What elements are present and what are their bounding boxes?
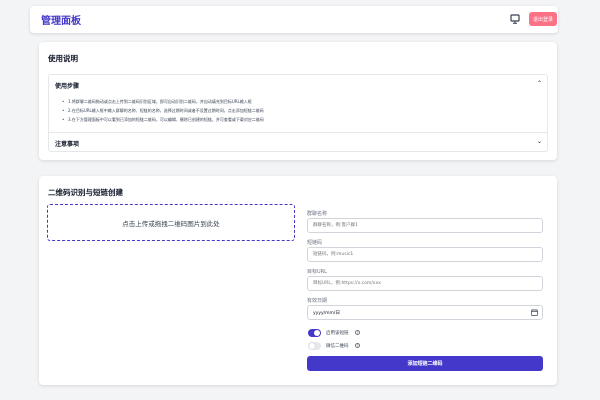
chevron-up-icon[interactable]: ⌃: [537, 80, 542, 87]
short-code-input[interactable]: [307, 247, 543, 262]
info-icon[interactable]: ?: [355, 343, 360, 348]
info-icon[interactable]: ?: [355, 330, 360, 335]
enable-short-link-label: 启用该短链: [326, 331, 349, 336]
wechat-qrcode-label: 微信二维码: [326, 344, 349, 349]
accordion-usage-steps[interactable]: 使用步骤 ⌃ 1.将群聊二维码拖动或点击上传到二维码识别区域，即可自动识别二维码…: [48, 74, 548, 132]
group-name-label: 群聊名称: [307, 211, 328, 217]
list-item: 1.将群聊二维码拖动或点击上传到二维码识别区域，即可自动识别二维码，并自动填充到…: [62, 97, 264, 106]
qrcode-create-card: 二维码识别与短链创建 点击上传或拖拽二维码图片到此处 群聊名称 短链码 目标UR…: [39, 176, 557, 385]
monitor-icon[interactable]: [510, 13, 520, 25]
expire-date-label: 有效日期: [307, 298, 328, 304]
accordion-notes[interactable]: 注意事项 ⌄: [48, 132, 548, 152]
create-title: 二维码识别与短链创建: [48, 188, 123, 197]
toggle-knob: [314, 330, 320, 336]
instructions-title: 使用说明: [48, 54, 78, 63]
target-url-input[interactable]: [307, 276, 543, 291]
accordion-label: 注意事项: [55, 141, 80, 148]
toggle-knob: [309, 343, 315, 349]
logout-button[interactable]: 退出登录: [529, 12, 557, 26]
short-code-label: 短链码: [307, 240, 323, 246]
accordion-label: 使用步骤: [55, 83, 80, 90]
group-name-input[interactable]: [307, 218, 543, 233]
instructions-card: 使用说明 使用步骤 ⌃ 1.将群聊二维码拖动或点击上传到二维码识别区域，即可自动…: [39, 42, 557, 160]
calendar-icon[interactable]: [531, 309, 538, 316]
wechat-qrcode-toggle[interactable]: [308, 342, 321, 350]
expire-date-input[interactable]: yyyy/mm/日: [307, 305, 543, 320]
qrcode-upload-dropzone[interactable]: 点击上传或拖拽二维码图片到此处: [47, 204, 295, 241]
add-short-link-button[interactable]: 添加短链二维码: [307, 356, 543, 371]
date-value: yyyy/mm/日: [313, 310, 340, 316]
steps-list: 1.将群聊二维码拖动或点击上传到二维码识别区域，即可自动识别二维码，并自动填充到…: [62, 97, 264, 124]
chevron-down-icon[interactable]: ⌄: [537, 138, 542, 145]
target-url-label: 目标URL: [307, 269, 327, 275]
upload-prompt: 点击上传或拖拽二维码图片到此处: [122, 219, 220, 228]
enable-short-link-toggle[interactable]: [308, 329, 321, 337]
list-item: 2.在目标URL输入框中输入群聊的名称、短链的名称，选择过期时间或者不设置过期时…: [62, 106, 264, 115]
list-item: 3.在下方管理面板中可以看到已添加的短链二维码，可以编辑、删除已创建的短链，并可…: [62, 115, 264, 124]
page-title: 管理面板: [41, 16, 81, 27]
top-header: 管理面板 退出登录: [30, 6, 558, 33]
